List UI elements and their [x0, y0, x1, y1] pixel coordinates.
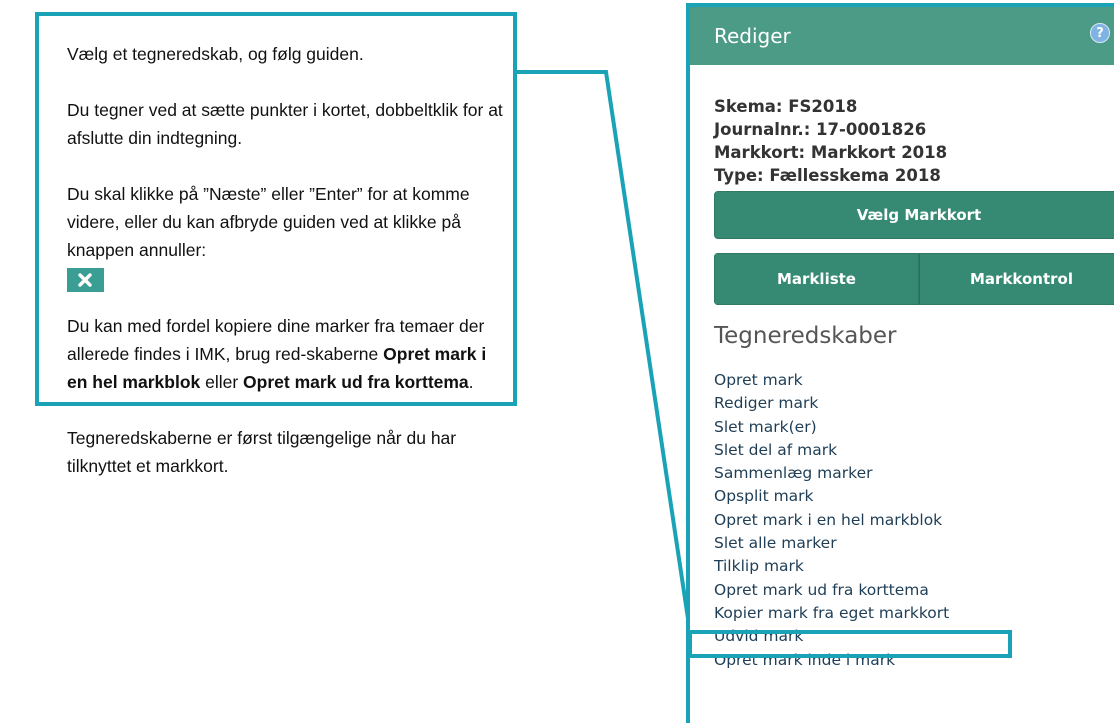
tool-delete-all-fields[interactable]: Slet alle marker — [714, 532, 1114, 555]
drawing-tools-list: Opret mark Rediger mark Slet mark(er) Sl… — [714, 369, 1114, 672]
tool-create-field[interactable]: Opret mark — [714, 369, 1114, 392]
info-schema: Skema: FS2018 — [714, 97, 858, 116]
tool-delete-fields[interactable]: Slet mark(er) — [714, 416, 1114, 439]
info-fieldmap: Markkort: Markkort 2018 — [714, 143, 948, 162]
tool-edit-field[interactable]: Rediger mark — [714, 392, 1114, 415]
schema-info: Skema: FS2018 Journalnr.: 17-0001826 Mar… — [714, 95, 1114, 187]
panel-header: Rediger ? — [690, 7, 1114, 65]
select-fieldmap-button[interactable]: Vælg Markkort — [714, 191, 1114, 239]
info-journal: Journalnr.: 17-0001826 — [714, 120, 927, 139]
tool-create-field-whole-block[interactable]: Opret mark i en hel markblok — [714, 509, 1114, 532]
tool-clip-field[interactable]: Tilklip mark — [714, 555, 1114, 578]
edit-panel: Rediger ? Skema: FS2018 Journalnr.: 17-0… — [686, 3, 1114, 723]
tools-section-title: Tegneredskaber — [714, 323, 897, 349]
tool-highlight-box — [688, 630, 1012, 658]
help-icon[interactable]: ? — [1090, 23, 1110, 43]
tool-split-field[interactable]: Opsplit mark — [714, 485, 1114, 508]
tool-merge-fields[interactable]: Sammenlæg marker — [714, 462, 1114, 485]
button-row: Markliste Markkontrol — [714, 253, 1114, 305]
field-list-button[interactable]: Markliste — [714, 253, 919, 305]
tool-copy-field-from-own-map[interactable]: Kopier mark fra eget markkort — [714, 602, 1114, 625]
tool-create-field-from-map-theme[interactable]: Opret mark ud fra korttema — [714, 579, 1114, 602]
field-control-button[interactable]: Markkontrol — [919, 253, 1114, 305]
info-type: Type: Fællesskema 2018 — [714, 166, 941, 185]
panel-title: Rediger — [714, 24, 791, 48]
tool-delete-part-of-field[interactable]: Slet del af mark — [714, 439, 1114, 462]
